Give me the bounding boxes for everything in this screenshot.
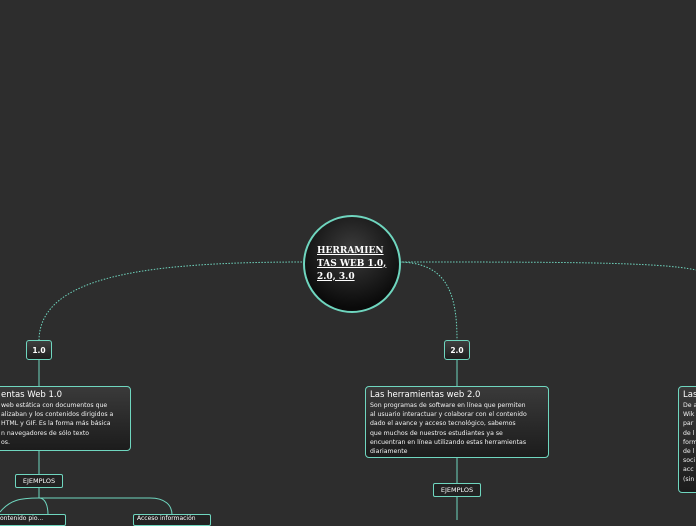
topic-web-1-title: entas Web 1.0 <box>1 390 63 400</box>
root-node[interactable]: HERRAMIENTAS WEB 1.0, 2.0, 3.0 <box>303 215 401 313</box>
topic-web-2-title: Las herramientas web 2.0 <box>370 390 481 400</box>
root-label: HERRAMIENTAS WEB 1.0, 2.0, 3.0 <box>317 245 387 282</box>
examples-web-2-label: EJEMPLOS <box>440 486 474 494</box>
topic-web-3[interactable]: Las De a Wik par de l form de l soci acc… <box>678 386 696 493</box>
example-leaf-1[interactable]: ontenido pio... <box>0 514 66 526</box>
topic-web-1[interactable]: entas Web 1.0 web estática con documento… <box>0 386 131 451</box>
topic-web-3-body: De a Wik par de l form de l soci acc (si… <box>683 402 696 483</box>
topic-web-2-body: Son programas de software en línea que p… <box>370 402 527 456</box>
badge-web-1-label: 1.0 <box>32 345 46 355</box>
topic-web-1-body: web estática con documentos que alizaban… <box>1 402 114 446</box>
example-leaf-1-label: ontenido pio... <box>0 515 44 522</box>
badge-web-2[interactable]: 2.0 <box>444 340 470 360</box>
topic-web-2[interactable]: Las herramientas web 2.0 Son programas d… <box>365 386 549 458</box>
example-leaf-2[interactable]: Acceso información <box>133 514 211 526</box>
badge-web-1[interactable]: 1.0 <box>26 340 52 360</box>
examples-web-2[interactable]: EJEMPLOS <box>433 483 481 497</box>
examples-web-1[interactable]: EJEMPLOS <box>15 474 63 488</box>
examples-web-1-label: EJEMPLOS <box>22 477 56 485</box>
badge-web-2-label: 2.0 <box>450 345 464 355</box>
example-leaf-2-label: Acceso información <box>137 515 196 522</box>
topic-web-3-title: Las <box>683 390 696 400</box>
